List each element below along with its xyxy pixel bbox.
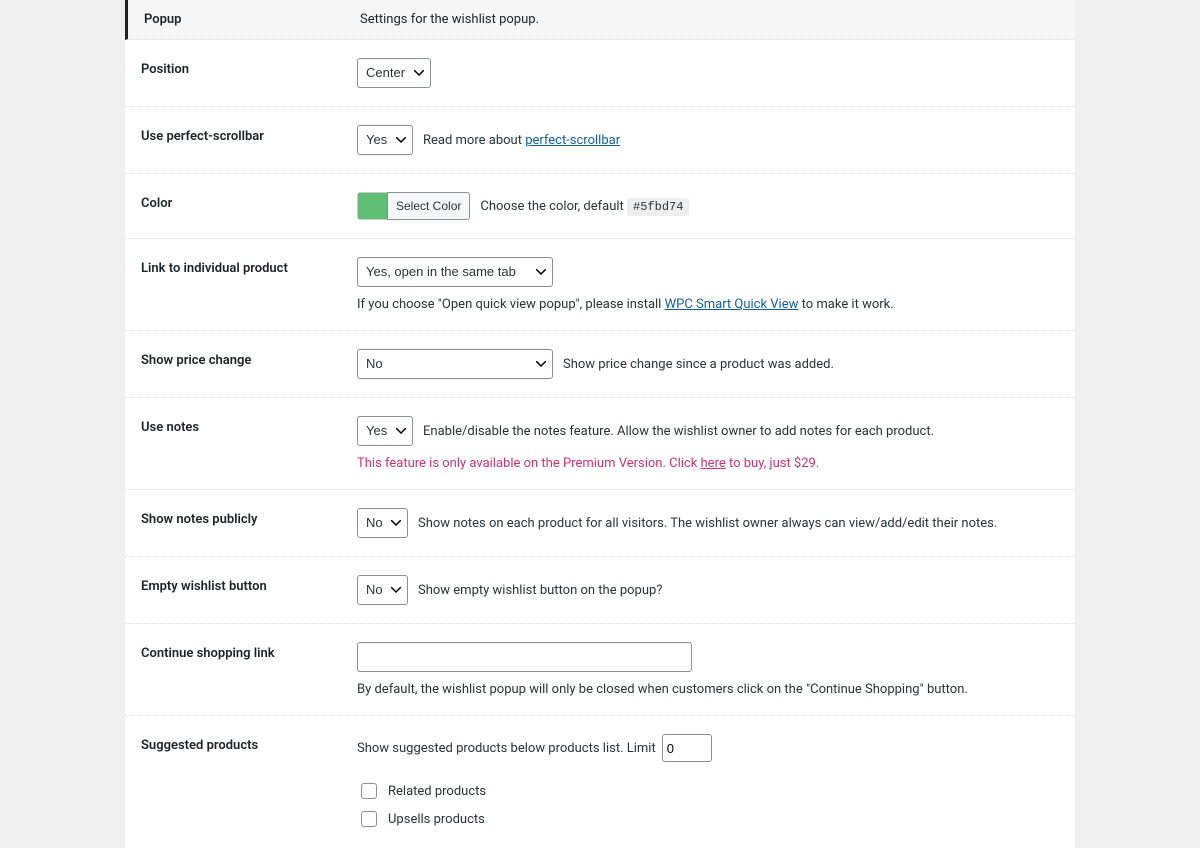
row-use-notes: Use notes Yes Enable/disable the notes f… xyxy=(125,398,1075,490)
suggested-limit-input[interactable] xyxy=(662,734,712,762)
color-desc: Choose the color, default #5fbd74 xyxy=(480,199,689,214)
settings-panel: Popup Settings for the wishlist popup. P… xyxy=(125,0,1075,848)
label-color: Color xyxy=(125,192,357,211)
premium-buy-link[interactable]: here xyxy=(701,456,726,471)
section-title: Popup xyxy=(128,12,360,27)
select-color-button[interactable]: Select Color xyxy=(387,192,470,220)
row-perfect-scrollbar: Use perfect-scrollbar Yes Read more abou… xyxy=(125,107,1075,174)
use-notes-select[interactable]: Yes xyxy=(357,416,413,446)
label-link-product: Link to individual product xyxy=(125,257,357,276)
link-product-note: If you choose "Open quick view popup", p… xyxy=(357,297,1059,312)
row-continue-shopping: Continue shopping link By default, the w… xyxy=(125,624,1075,716)
label-show-notes-publicly: Show notes publicly xyxy=(125,508,357,527)
link-product-select[interactable]: Yes, open in the same tab xyxy=(357,257,553,287)
empty-wishlist-desc: Show empty wishlist button on the popup? xyxy=(418,583,662,598)
continue-shopping-desc: By default, the wishlist popup will only… xyxy=(357,682,1059,697)
section-header-popup: Popup Settings for the wishlist popup. xyxy=(125,0,1075,40)
row-show-notes-publicly: Show notes publicly No Show notes on eac… xyxy=(125,490,1075,557)
suggested-desc: Show suggested products below products l… xyxy=(357,741,656,756)
price-change-desc: Show price change since a product was ad… xyxy=(563,357,834,372)
color-picker: Select Color xyxy=(357,192,470,220)
perfect-scrollbar-desc: Read more about perfect-scrollbar xyxy=(423,133,620,148)
label-perfect-scrollbar: Use perfect-scrollbar xyxy=(125,125,357,144)
checkbox-related-products[interactable] xyxy=(361,783,377,799)
color-swatch-icon xyxy=(357,192,387,220)
label-empty-wishlist: Empty wishlist button xyxy=(125,575,357,594)
row-link-product: Link to individual product Yes, open in … xyxy=(125,239,1075,331)
label-price-change: Show price change xyxy=(125,349,357,368)
perfect-scrollbar-link[interactable]: perfect-scrollbar xyxy=(525,133,620,148)
price-change-select[interactable]: No xyxy=(357,349,553,379)
row-color: Color Select Color Choose the color, def… xyxy=(125,174,1075,239)
color-default-code: #5fbd74 xyxy=(627,198,689,216)
row-empty-wishlist: Empty wishlist button No Show empty wish… xyxy=(125,557,1075,624)
label-use-notes: Use notes xyxy=(125,416,357,435)
show-notes-publicly-select[interactable]: No xyxy=(357,508,408,538)
empty-wishlist-select[interactable]: No xyxy=(357,575,408,605)
use-notes-desc: Enable/disable the notes feature. Allow … xyxy=(423,424,934,439)
checkbox-upsells-label: Upsells products xyxy=(388,812,485,827)
show-notes-publicly-desc: Show notes on each product for all visit… xyxy=(418,516,997,531)
label-continue-shopping: Continue shopping link xyxy=(125,642,357,661)
row-position: Position Center xyxy=(125,40,1075,107)
label-suggested-products: Suggested products xyxy=(125,734,357,753)
label-position: Position xyxy=(125,58,357,77)
row-suggested-products: Suggested products Show suggested produc… xyxy=(125,716,1075,848)
section-desc: Settings for the wishlist popup. xyxy=(360,12,1075,27)
checkbox-upsells-products[interactable] xyxy=(361,811,377,827)
perfect-scrollbar-select[interactable]: Yes xyxy=(357,125,413,155)
position-select[interactable]: Center xyxy=(357,58,431,88)
row-price-change: Show price change No Show price change s… xyxy=(125,331,1075,398)
checkbox-related-label: Related products xyxy=(388,784,486,799)
continue-shopping-input[interactable] xyxy=(357,642,692,672)
wpc-quick-view-link[interactable]: WPC Smart Quick View xyxy=(665,297,799,312)
premium-notice: This feature is only available on the Pr… xyxy=(357,456,1059,471)
